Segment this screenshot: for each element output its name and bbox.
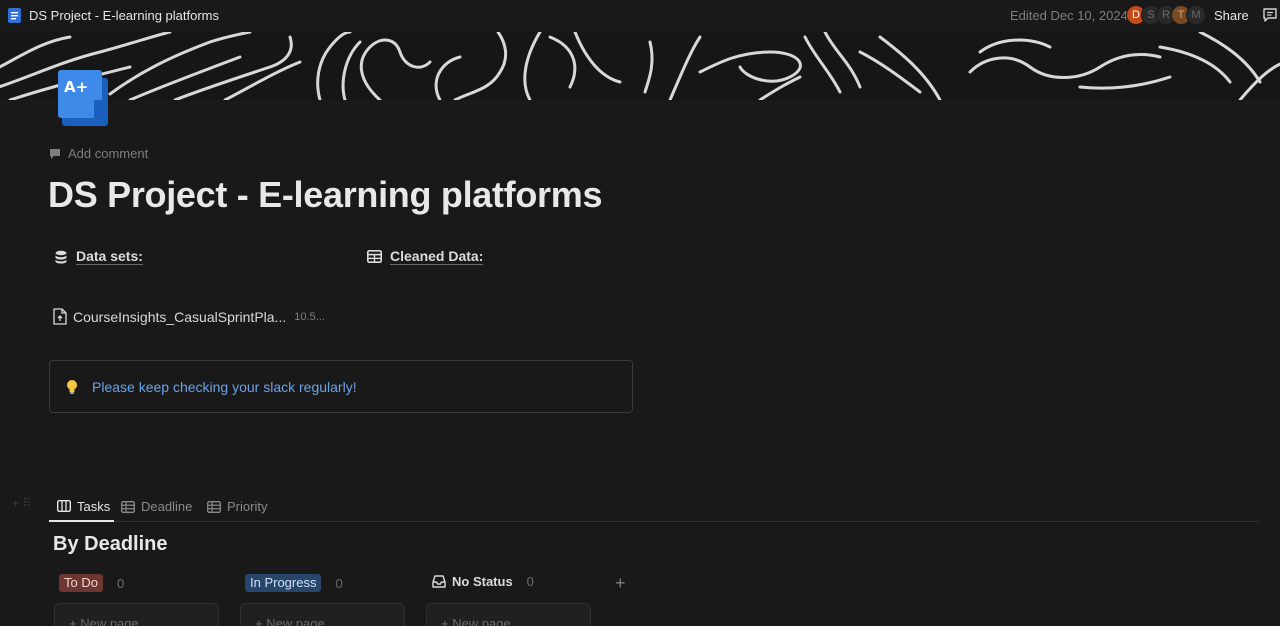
property-cleaned-data[interactable]: Cleaned Data:	[367, 248, 484, 265]
edited-timestamp: Edited Dec 10, 2024	[1010, 8, 1128, 23]
new-page-card[interactable]: + New page	[240, 603, 405, 626]
property-data-sets[interactable]: Data sets:	[54, 248, 143, 265]
file-size: 10.5...	[294, 310, 325, 323]
doc-app-icon	[8, 8, 21, 23]
column-header-todo[interactable]: To Do 0	[59, 574, 124, 592]
property-label: Data sets:	[76, 248, 143, 265]
tab-tasks[interactable]: Tasks	[49, 492, 114, 522]
property-label: Cleaned Data:	[390, 248, 484, 265]
new-page-card[interactable]: + New page	[54, 603, 219, 626]
inbox-icon	[432, 575, 446, 588]
add-comment-label: Add comment	[68, 146, 149, 161]
board-icon	[57, 500, 71, 512]
drag-handle[interactable]: + ⠿	[12, 496, 31, 510]
collaborator-avatars[interactable]: D S R T M	[1126, 5, 1206, 25]
top-bar: DS Project - E-learning platforms Edited…	[0, 0, 1280, 32]
file-attachment[interactable]: CourseInsights_CasualSprintPla... 10.5..…	[53, 308, 325, 325]
callout-block[interactable]: Please keep checking your slack regularl…	[49, 360, 633, 413]
file-name: CourseInsights_CasualSprintPla...	[73, 308, 287, 325]
column-count: 0	[335, 575, 343, 591]
status-badge: To Do	[59, 574, 103, 592]
callout-text: Please keep checking your slack regularl…	[92, 378, 357, 395]
column-header-in-progress[interactable]: In Progress 0	[245, 574, 343, 592]
table-icon	[121, 500, 135, 513]
table-icon	[367, 250, 382, 263]
tab-label: Tasks	[77, 498, 111, 514]
comment-icon	[50, 148, 60, 159]
page-title[interactable]: DS Project - E-learning platforms	[48, 174, 603, 216]
add-comment-button[interactable]: Add comment	[49, 146, 148, 161]
avatar[interactable]: M	[1186, 5, 1206, 25]
no-status-label: No Status	[432, 574, 513, 589]
new-page-card[interactable]: + New page	[426, 603, 591, 626]
column-count: 0	[526, 574, 534, 589]
database-icon	[55, 250, 67, 264]
board-title[interactable]: By Deadline	[53, 533, 167, 556]
share-button[interactable]: Share	[1214, 8, 1249, 23]
tab-label: Priority	[227, 499, 268, 514]
tab-priority[interactable]: Priority	[207, 492, 267, 521]
column-label: No Status	[452, 574, 513, 589]
lightbulb-icon	[67, 379, 77, 394]
tab-label: Deadline	[141, 499, 193, 514]
database-views: Tasks Deadline Priority	[49, 492, 1259, 522]
comments-icon[interactable]	[1262, 7, 1278, 23]
column-count: 0	[116, 575, 125, 591]
column-header-no-status[interactable]: No Status 0	[432, 574, 534, 589]
add-group-button[interactable]: +	[615, 573, 626, 594]
status-badge: In Progress	[245, 574, 322, 592]
page-icon[interactable]: A+	[58, 70, 110, 126]
svg-text:A+: A+	[64, 78, 88, 96]
cover-image[interactable]	[0, 32, 1280, 100]
file-upload-icon	[53, 308, 67, 325]
topographic-pattern	[0, 32, 1280, 100]
tab-deadline[interactable]: Deadline	[121, 492, 192, 521]
table-icon	[207, 500, 221, 513]
window-title: DS Project - E-learning platforms	[29, 8, 220, 23]
